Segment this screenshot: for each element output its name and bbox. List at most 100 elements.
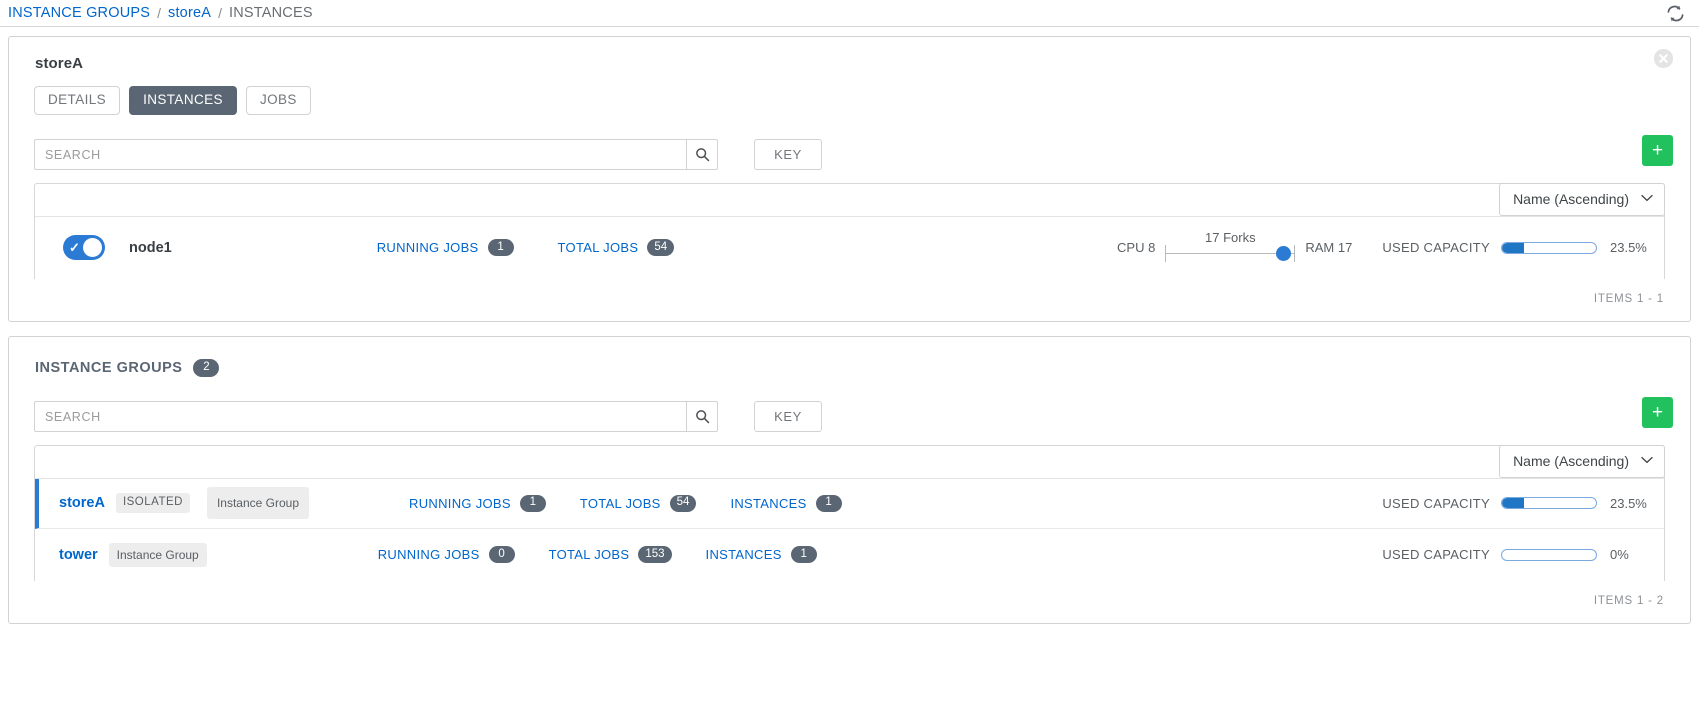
used-capacity-fill <box>1502 498 1525 508</box>
search-icon <box>695 409 710 424</box>
check-icon: ✓ <box>69 240 80 255</box>
total-jobs-stat: TOTAL JOBS 54 <box>580 494 697 512</box>
group-stats: RUNNING JOBS 1 TOTAL JOBS 54 INSTANCES 1 <box>409 494 842 512</box>
instance-group-type-chip: Instance Group <box>108 542 207 567</box>
add-instance-group-button[interactable]: + <box>1642 396 1673 428</box>
used-capacity-percent: 0% <box>1610 547 1629 562</box>
search-group <box>34 401 718 432</box>
instances-label[interactable]: INSTANCES <box>730 496 806 511</box>
used-capacity-fill <box>1502 242 1525 253</box>
running-jobs-stat: RUNNING JOBS 1 <box>409 494 546 512</box>
breadcrumb-item-instance-groups[interactable]: INSTANCE GROUPS <box>8 5 150 21</box>
tab-instances[interactable]: INSTANCES <box>129 86 237 115</box>
instance-groups-header: INSTANCE GROUPS 2 <box>9 337 1690 377</box>
used-capacity-bar <box>1501 548 1597 561</box>
groups-list-header: Name (Ascending) <box>35 444 1665 479</box>
instances-stat: INSTANCES 1 <box>706 546 817 563</box>
section-title: INSTANCE GROUPS <box>35 359 183 376</box>
forks-label: 17 Forks <box>1205 229 1256 245</box>
page-title: storeA <box>35 55 84 72</box>
instances-list: Name (Ascending) ✓ node1 RUNNING JOBS 1 … <box>34 182 1665 279</box>
instance-groups-count-badge: 2 <box>193 358 220 377</box>
app-page: INSTANCE GROUPS / storeA / INSTANCES sto… <box>0 0 1699 714</box>
instance-group-name[interactable]: tower <box>59 547 98 563</box>
breadcrumb: INSTANCE GROUPS / storeA / INSTANCES <box>0 0 1699 27</box>
instance-groups-card: INSTANCE GROUPS 2 KEY <box>8 335 1691 624</box>
used-capacity-block: USED CAPACITY 0% <box>1382 547 1648 562</box>
total-jobs-value: 54 <box>669 494 697 512</box>
key-button[interactable]: KEY <box>754 401 822 432</box>
search-group <box>34 139 718 170</box>
running-jobs-stat: RUNNING JOBS 0 <box>378 546 515 563</box>
slider-knob[interactable] <box>1276 245 1292 261</box>
breadcrumb-separator: / <box>218 5 222 21</box>
running-jobs-label[interactable]: RUNNING JOBS <box>377 240 479 255</box>
key-button[interactable]: KEY <box>754 139 822 170</box>
table-row[interactable]: ✓ node1 RUNNING JOBS 1 TOTAL JOBS 54 CPU… <box>35 216 1664 279</box>
total-jobs-stat: TOTAL JOBS 153 <box>549 546 672 563</box>
search-input[interactable] <box>34 401 686 432</box>
chevron-down-icon <box>1641 194 1653 205</box>
running-jobs-stat: RUNNING JOBS 1 <box>377 239 514 256</box>
total-jobs-label[interactable]: TOTAL JOBS <box>558 240 639 255</box>
instance-group-detail-card: storeA DETAILS INSTANCES JOBS SEARCH KEY… <box>8 36 1691 322</box>
groups-toolbar: KEY + <box>9 377 1690 437</box>
used-capacity-bar <box>1501 241 1597 254</box>
used-capacity-label: USED CAPACITY <box>1382 240 1490 255</box>
running-jobs-label[interactable]: RUNNING JOBS <box>409 496 511 511</box>
instance-group-type-chip: Instance Group <box>206 487 310 519</box>
tab-details[interactable]: DETAILS <box>34 86 121 115</box>
instance-group-name[interactable]: storeA <box>59 495 105 511</box>
content-wrap: storeA DETAILS INSTANCES JOBS SEARCH KEY… <box>0 27 1699 624</box>
used-capacity-label: USED CAPACITY <box>1382 547 1490 562</box>
cpu-label: CPU 8 <box>1117 240 1156 255</box>
used-capacity-label: USED CAPACITY <box>1382 495 1490 511</box>
refresh-icon[interactable] <box>1666 4 1685 23</box>
tab-list: DETAILS INSTANCES JOBS <box>9 72 1690 115</box>
total-jobs-value: 54 <box>647 239 675 256</box>
total-jobs-value: 153 <box>638 546 672 563</box>
search-button[interactable] <box>686 401 718 432</box>
instances-toolbar: KEY + <box>9 115 1690 175</box>
sort-dropdown[interactable]: Name (Ascending) <box>1499 182 1665 216</box>
groups-items-count: ITEMS 1 - 2 <box>1593 594 1664 607</box>
toggle-knob <box>83 238 102 257</box>
table-row[interactable]: storeA ISOLATED Instance Group RUNNING J… <box>35 478 1664 529</box>
sort-dropdown-label: Name (Ascending) <box>1513 453 1629 469</box>
table-row[interactable]: tower Instance Group RUNNING JOBS 0 TOTA… <box>35 528 1664 581</box>
breadcrumb-item-storea[interactable]: storeA <box>168 5 211 21</box>
instances-stat: INSTANCES 1 <box>730 494 842 512</box>
chevron-down-icon <box>1641 456 1653 467</box>
instances-items-count: ITEMS 1 - 1 <box>1593 292 1664 305</box>
group-stats: RUNNING JOBS 0 TOTAL JOBS 153 INSTANCES … <box>378 546 817 563</box>
running-jobs-value: 1 <box>519 494 546 512</box>
tab-jobs[interactable]: JOBS <box>245 86 311 115</box>
breadcrumb-item-instances: INSTANCES <box>229 5 313 21</box>
search-icon <box>695 147 710 162</box>
breadcrumb-separator: / <box>157 5 161 21</box>
slider-cap-right <box>1294 244 1296 262</box>
instances-label[interactable]: INSTANCES <box>706 547 782 562</box>
running-jobs-value: 0 <box>488 546 515 563</box>
instance-name: node1 <box>129 239 172 256</box>
instance-groups-list: Name (Ascending) storeA ISOLATED Instanc… <box>34 444 1665 581</box>
used-capacity-percent: 23.5% <box>1610 240 1647 255</box>
add-instance-button[interactable]: + <box>1642 134 1673 166</box>
ram-label: RAM 17 <box>1305 240 1353 255</box>
running-jobs-value: 1 <box>487 239 514 256</box>
sort-dropdown[interactable]: Name (Ascending) <box>1499 444 1665 478</box>
instance-enabled-toggle[interactable]: ✓ <box>63 235 105 260</box>
forks-slider[interactable]: 17 Forks <box>1165 229 1296 265</box>
total-jobs-stat: TOTAL JOBS 54 <box>558 239 675 256</box>
used-capacity-block: USED CAPACITY 23.5% <box>1382 496 1648 511</box>
instances-value: 1 <box>790 546 817 563</box>
search-button[interactable] <box>686 139 718 170</box>
total-jobs-label[interactable]: TOTAL JOBS <box>549 547 630 562</box>
sort-dropdown-label: Name (Ascending) <box>1513 191 1629 207</box>
search-input[interactable] <box>34 139 686 170</box>
running-jobs-label[interactable]: RUNNING JOBS <box>378 547 480 562</box>
used-capacity-bar <box>1501 497 1597 509</box>
instances-list-header: Name (Ascending) <box>35 182 1665 217</box>
close-icon[interactable] <box>1654 49 1673 68</box>
total-jobs-label[interactable]: TOTAL JOBS <box>580 496 661 511</box>
